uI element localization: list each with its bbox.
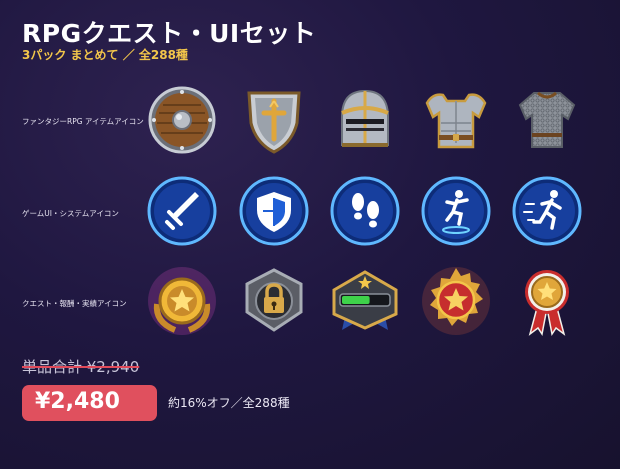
run-sprint-icon[interactable] — [510, 174, 584, 248]
row-label-quest: クエスト・報酬・実績アイコン — [22, 299, 127, 308]
jump-action-icon[interactable] — [419, 174, 493, 248]
progress-bar-emblem-icon — [328, 264, 402, 338]
footsteps-icon[interactable] — [328, 174, 402, 248]
gold-star-medal-icon — [145, 264, 219, 338]
ribbon-rosette-icon — [510, 264, 584, 338]
page-subtitle: 3パック まとめて ／ 全288種 — [22, 48, 188, 62]
red-star-medal-icon — [419, 264, 493, 338]
sword-attack-icon[interactable] — [145, 174, 219, 248]
sale-price-badge[interactable]: ¥2,480 — [22, 385, 157, 421]
kite-shield-icon — [237, 83, 311, 157]
row-label-items: ファンタジーRPG アイテムアイコン — [22, 117, 144, 126]
row-label-ui: ゲームUI・システムアイコン — [22, 209, 119, 218]
plate-armor-icon — [419, 83, 493, 157]
sale-price: ¥2,480 — [35, 389, 120, 414]
round-wooden-shield-icon — [145, 83, 219, 157]
padlock-badge-icon — [237, 264, 311, 338]
original-total-price: 単品合計 ¥2,940 — [22, 358, 140, 376]
chainmail-shirt-icon — [510, 83, 584, 157]
page-title: RPGクエスト・UIセット — [22, 19, 317, 48]
discount-note: 約16%オフ／全288種 — [168, 396, 290, 410]
knight-helmet-icon — [328, 83, 402, 157]
shield-defense-icon[interactable] — [237, 174, 311, 248]
